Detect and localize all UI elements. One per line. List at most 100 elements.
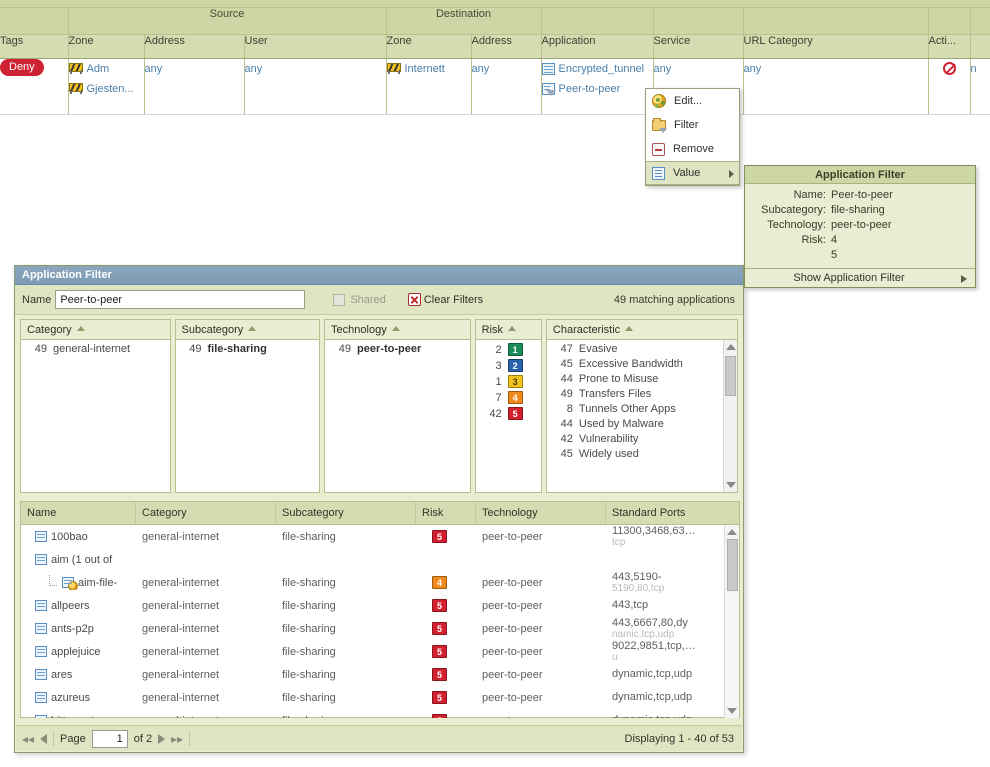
src-zone-item[interactable]: Gjesten... [68,79,144,99]
list-item[interactable]: 8 Tunnels Other Apps [547,400,737,415]
risk-badge: 5 [432,691,447,704]
scrollbar-thumb[interactable] [727,539,738,591]
cell-dst-zone[interactable]: Internett [386,58,472,115]
cell-dst-address[interactable]: any [471,58,542,115]
shared-checkbox[interactable]: Shared [333,293,386,306]
col-src-user[interactable]: User [244,34,387,59]
list-item[interactable]: 49 general-internet [21,340,170,355]
tooltip-title: Application Filter [745,166,975,184]
filter-list-technology[interactable]: 49 peer-to-peer [325,340,470,492]
table-row[interactable]: aim (1 out of [21,548,739,571]
col-service[interactable]: Service [653,34,744,59]
prev-page-button[interactable] [40,733,48,744]
col-url-category[interactable]: URL Category [743,34,929,59]
name-input[interactable] [55,290,306,309]
cell-tags[interactable]: Deny [0,58,69,115]
clear-filters-button[interactable]: Clear Filters [407,293,483,306]
grid-col-technology[interactable]: Technology [476,502,606,524]
col-dst-zone[interactable]: Zone [386,34,472,59]
list-item[interactable]: 42 5 [476,404,541,420]
scroll-down-icon[interactable] [726,482,736,488]
menu-item-edit[interactable]: Edit... [646,89,739,113]
list-item[interactable]: 49 file-sharing [176,340,320,355]
col-application[interactable]: Application [541,34,654,59]
next-page-button[interactable] [158,733,166,744]
filter-header-label: Risk [481,324,503,336]
list-item[interactable]: 47 Evasive [547,340,737,355]
list-item[interactable]: 7 4 [476,388,541,404]
risk-badge: 5 [432,714,447,718]
application-item-peer-to-peer[interactable]: Peer-to-peer [541,79,653,99]
filter-header-category[interactable]: Category [21,320,170,340]
page-input[interactable] [91,729,128,748]
first-page-button[interactable]: ◂◂ [22,733,34,745]
list-item[interactable]: 49 peer-to-peer [325,340,470,355]
dialog-title: Application Filter [15,266,743,285]
scrollbar-thumb[interactable] [725,356,736,396]
application-item-encrypted-tunnel[interactable]: Encrypted_tunnel [541,59,653,79]
grid-col-subcategory[interactable]: Subcategory [276,502,416,524]
cell-action[interactable] [928,58,971,115]
menu-item-filter[interactable]: Filter [646,113,739,137]
table-row[interactable]: Deny Adm Gjesten... any any Internett an… [0,58,990,115]
col-src-address[interactable]: Address [144,34,245,59]
last-page-button[interactable]: ▸▸ [171,733,183,745]
grid-col-name[interactable]: Name [21,502,136,524]
dst-zone-item[interactable]: Internett [386,59,471,79]
filter-list-risk[interactable]: 2 1 3 2 1 3 7 4 42 5 [476,340,541,492]
cell-src-user[interactable]: any [244,58,387,115]
status-badge[interactable]: Deny [0,58,44,76]
list-item[interactable]: 44 Prone to Misuse [547,370,737,385]
menu-item-remove[interactable]: Remove [646,137,739,161]
list-item[interactable]: 42 Vulnerability [547,430,737,445]
table-row[interactable]: aim-file- general-internet file-sharing … [21,571,739,594]
context-menu[interactable]: Edit... Filter Remove Value [645,88,740,186]
menu-item-value[interactable]: Value [646,161,739,185]
filter-list-category[interactable]: 49 general-internet [21,340,170,492]
col-tags[interactable]: Tags [0,34,69,59]
src-zone-label: Gjesten... [86,82,134,95]
cell-src-address[interactable]: any [144,58,245,115]
col-action[interactable]: Acti... [928,34,971,59]
col-src-zone[interactable]: Zone [68,34,145,59]
table-row[interactable]: ants-p2p general-internet file-sharing 5… [21,617,739,640]
list-item[interactable]: 45 Widely used [547,445,737,460]
table-row[interactable]: 100bao general-internet file-sharing 5 p… [21,525,739,548]
list-item[interactable]: 2 1 [476,340,541,356]
characteristic-scrollbar[interactable] [723,340,737,492]
col-dst-address[interactable]: Address [471,34,542,59]
grid-scrollbar[interactable] [724,525,739,718]
divider [53,731,55,746]
scroll-up-icon[interactable] [727,529,737,535]
row-name: azureus [51,691,91,704]
cell-url-category[interactable]: any [743,58,929,115]
show-application-filter-item[interactable]: Show Application Filter [745,268,975,287]
filter-header-risk[interactable]: Risk [475,320,541,340]
table-row[interactable]: ares general-internet file-sharing 5 pee… [21,663,739,686]
cell-application[interactable]: Encrypted_tunnel Peer-to-peer [541,58,654,115]
list-item[interactable]: 45 Excessive Bandwidth [547,355,737,370]
row-technology: peer-to-peer [482,576,543,589]
filter-list-characteristic[interactable]: 47 Evasive 45 Excessive Bandwidth 44 Pro… [547,340,737,492]
table-row[interactable]: allpeers general-internet file-sharing 5… [21,594,739,617]
col-extra[interactable] [970,34,990,59]
filter-list-subcategory[interactable]: 49 file-sharing [176,340,320,492]
table-row[interactable]: bittorrent general-internet file-sharing… [21,709,739,718]
list-item[interactable]: 44 Used by Malware [547,415,737,430]
cell-extra[interactable]: n [970,58,990,115]
table-row[interactable]: azureus general-internet file-sharing 5 … [21,686,739,709]
list-item[interactable]: 3 2 [476,356,541,372]
filter-header-technology[interactable]: Technology [325,320,470,340]
list-item[interactable]: 49 Transfers Files [547,385,737,400]
list-item[interactable]: 1 3 [476,372,541,388]
grid-col-risk[interactable]: Risk [416,502,476,524]
grid-col-ports[interactable]: Standard Ports [606,502,739,524]
table-row[interactable]: applejuice general-internet file-sharing… [21,640,739,663]
cell-src-zone[interactable]: Adm Gjesten... [68,58,145,115]
scroll-down-icon[interactable] [727,708,737,714]
filter-header-subcategory[interactable]: Subcategory [175,320,320,340]
filter-header-characteristic[interactable]: Characteristic [546,320,737,340]
grid-col-category[interactable]: Category [136,502,276,524]
scroll-up-icon[interactable] [726,344,736,350]
src-zone-item[interactable]: Adm [68,59,144,79]
